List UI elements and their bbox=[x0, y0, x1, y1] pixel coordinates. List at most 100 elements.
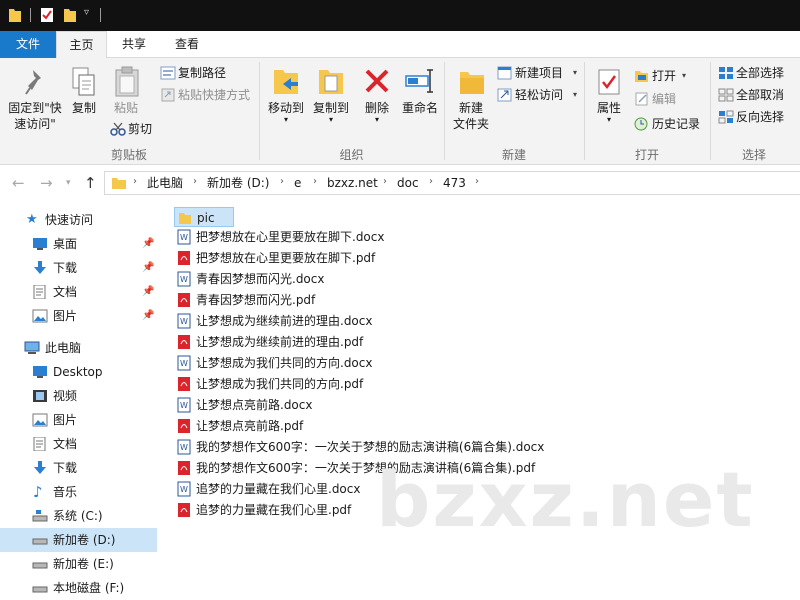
sidebar-item-label: 系统 (C:) bbox=[53, 509, 103, 523]
breadcrumb-chevron-icon[interactable]: › bbox=[193, 176, 197, 187]
easy-access-caret: ▾ bbox=[573, 90, 578, 99]
breadcrumb-chevron-icon[interactable]: › bbox=[313, 176, 317, 187]
easy-access-label: 轻松访问 bbox=[515, 88, 564, 102]
sidebar-item-desktop[interactable]: 桌面 📌 bbox=[0, 232, 157, 256]
invert-selection-icon bbox=[718, 110, 734, 124]
breadcrumb-doc[interactable]: doc bbox=[397, 175, 419, 191]
sidebar-item-documents-pc[interactable]: 文档 bbox=[0, 432, 157, 456]
clipboard-group-label: 剪贴板 bbox=[110, 148, 147, 162]
sidebar-item-label: 视频 bbox=[53, 389, 78, 403]
navigation-bar: ← → ▾ ↑ › 此电脑 › 新加卷 (D:) › e › bzxz.net … bbox=[0, 166, 800, 200]
pin-icon[interactable]: 📌 bbox=[142, 256, 154, 280]
paste-icon bbox=[115, 66, 139, 97]
sidebar-item-label: 文档 bbox=[53, 285, 78, 299]
sidebar-item-drive-e[interactable]: 新加卷 (E:) bbox=[0, 552, 157, 576]
breadcrumb-chevron-icon[interactable]: › bbox=[429, 176, 433, 187]
sidebar-item-drive-c[interactable]: 系统 (C:) bbox=[0, 504, 157, 528]
tab-view[interactable]: 查看 bbox=[160, 31, 214, 58]
sidebar-item-desktop-pc[interactable]: Desktop bbox=[0, 360, 157, 384]
breadcrumb-chevron-icon[interactable]: › bbox=[475, 176, 479, 187]
copy-to-caret: ▾ bbox=[328, 115, 333, 124]
address-bar[interactable]: › 此电脑 › 新加卷 (D:) › e › bzxz.net › doc › … bbox=[104, 171, 800, 195]
breadcrumb-e[interactable]: e bbox=[294, 175, 301, 191]
properties-icon[interactable] bbox=[40, 6, 54, 24]
pdf-icon bbox=[178, 335, 190, 349]
svg-text:W: W bbox=[180, 401, 188, 410]
system-drive-icon bbox=[32, 510, 48, 522]
sidebar-item-this-pc[interactable]: 此电脑 bbox=[0, 336, 157, 360]
sidebar-item-videos[interactable]: 视频 bbox=[0, 384, 157, 408]
pin-label-line2: 速访问" bbox=[14, 117, 56, 131]
desktop-icon bbox=[33, 238, 47, 250]
drive-icon bbox=[32, 562, 48, 569]
video-icon bbox=[33, 390, 47, 402]
forward-arrow-icon[interactable]: → bbox=[40, 174, 53, 192]
tab-file[interactable]: 文件 bbox=[0, 31, 56, 58]
breadcrumb-bzxz[interactable]: bzxz.net bbox=[327, 175, 378, 191]
breadcrumb-chevron-icon[interactable]: › bbox=[280, 176, 284, 187]
new-folder-icon[interactable] bbox=[63, 6, 77, 24]
paste-label: 粘贴 bbox=[113, 101, 138, 115]
title-bar: ▿ bbox=[0, 0, 800, 31]
pin-icon[interactable]: 📌 bbox=[142, 280, 154, 304]
sidebar-item-downloads-pc[interactable]: 下载 bbox=[0, 456, 157, 480]
sidebar-item-label: 快速访问 bbox=[45, 213, 94, 227]
tab-home[interactable]: 主页 bbox=[56, 31, 107, 59]
folder-icon[interactable] bbox=[8, 6, 22, 24]
download-arrow-icon bbox=[34, 461, 46, 474]
breadcrumb-chevron-icon[interactable]: › bbox=[133, 176, 137, 187]
history-icon bbox=[634, 117, 648, 131]
pdf-icon bbox=[178, 461, 190, 475]
delete-x-icon bbox=[365, 69, 389, 93]
properties-icon bbox=[598, 69, 620, 95]
sidebar-item-pictures[interactable]: 图片 📌 bbox=[0, 304, 157, 328]
pin-icon[interactable]: 📌 bbox=[142, 304, 154, 328]
tab-share[interactable]: 共享 bbox=[108, 31, 160, 58]
delete-caret: ▾ bbox=[374, 115, 379, 124]
copy-path-label: 复制路径 bbox=[178, 66, 227, 80]
sidebar-item-music[interactable]: ♪ 音乐 bbox=[0, 480, 157, 504]
pin-icon[interactable]: 📌 bbox=[142, 232, 154, 256]
file-name: 让梦想成为继续前进的理由.docx bbox=[196, 314, 373, 328]
toolbar-separator bbox=[100, 8, 101, 22]
sidebar-item-label: 图片 bbox=[53, 309, 78, 323]
breadcrumb-drive-d[interactable]: 新加卷 (D:) bbox=[207, 175, 269, 191]
list-item-folder[interactable]: pic bbox=[174, 207, 234, 227]
select-none-label: 全部取消 bbox=[736, 88, 785, 102]
new-item-icon bbox=[497, 66, 512, 80]
open-icon bbox=[635, 71, 648, 82]
document-icon bbox=[33, 285, 46, 299]
svg-text:W: W bbox=[180, 233, 188, 242]
sidebar-item-label: 下载 bbox=[53, 461, 78, 475]
file-name: 青春因梦想而闪光.pdf bbox=[196, 293, 316, 307]
file-name: 让梦想成为我们共同的方向.pdf bbox=[196, 377, 364, 391]
back-arrow-icon[interactable]: ← bbox=[12, 174, 25, 192]
sidebar-item-quick-access[interactable]: ★ 快速访问 bbox=[0, 208, 157, 232]
file-name: 追梦的力量藏在我们心里.docx bbox=[196, 482, 361, 496]
breadcrumb-this-pc[interactable]: 此电脑 bbox=[147, 175, 183, 191]
sidebar-item-documents[interactable]: 文档 📌 bbox=[0, 280, 157, 304]
word-doc-icon: W bbox=[177, 271, 191, 287]
edit-label: 编辑 bbox=[652, 92, 677, 106]
file-name: 让梦想成为我们共同的方向.docx bbox=[196, 356, 373, 370]
customize-toolbar-dropdown[interactable]: ▿ bbox=[84, 7, 89, 18]
file-name: 把梦想放在心里更要放在脚下.pdf bbox=[196, 251, 376, 265]
word-doc-icon: W bbox=[177, 397, 191, 413]
breadcrumb-chevron-icon[interactable]: › bbox=[383, 176, 387, 187]
up-arrow-icon[interactable]: ↑ bbox=[84, 174, 97, 192]
sidebar-item-drive-d[interactable]: 新加卷 (D:) bbox=[0, 528, 157, 552]
sidebar-item-pictures-pc[interactable]: 图片 bbox=[0, 408, 157, 432]
computer-icon bbox=[24, 341, 40, 354]
file-name: 追梦的力量藏在我们心里.pdf bbox=[196, 503, 352, 517]
new-group-label: 新建 bbox=[501, 148, 526, 162]
file-name: 把梦想放在心里更要放在脚下.docx bbox=[196, 230, 385, 244]
paste-shortcut-icon bbox=[161, 88, 175, 102]
cut-label: 剪切 bbox=[128, 122, 153, 136]
music-note-icon: ♪ bbox=[33, 483, 43, 501]
breadcrumb-473[interactable]: 473 bbox=[443, 175, 466, 191]
sidebar-item-downloads[interactable]: 下载 📌 bbox=[0, 256, 157, 280]
download-arrow-icon bbox=[34, 261, 46, 274]
sidebar-item-drive-f[interactable]: 本地磁盘 (F:) bbox=[0, 576, 157, 600]
copy-icon bbox=[72, 67, 95, 96]
recent-locations-chevron-icon[interactable]: ▾ bbox=[66, 178, 71, 188]
